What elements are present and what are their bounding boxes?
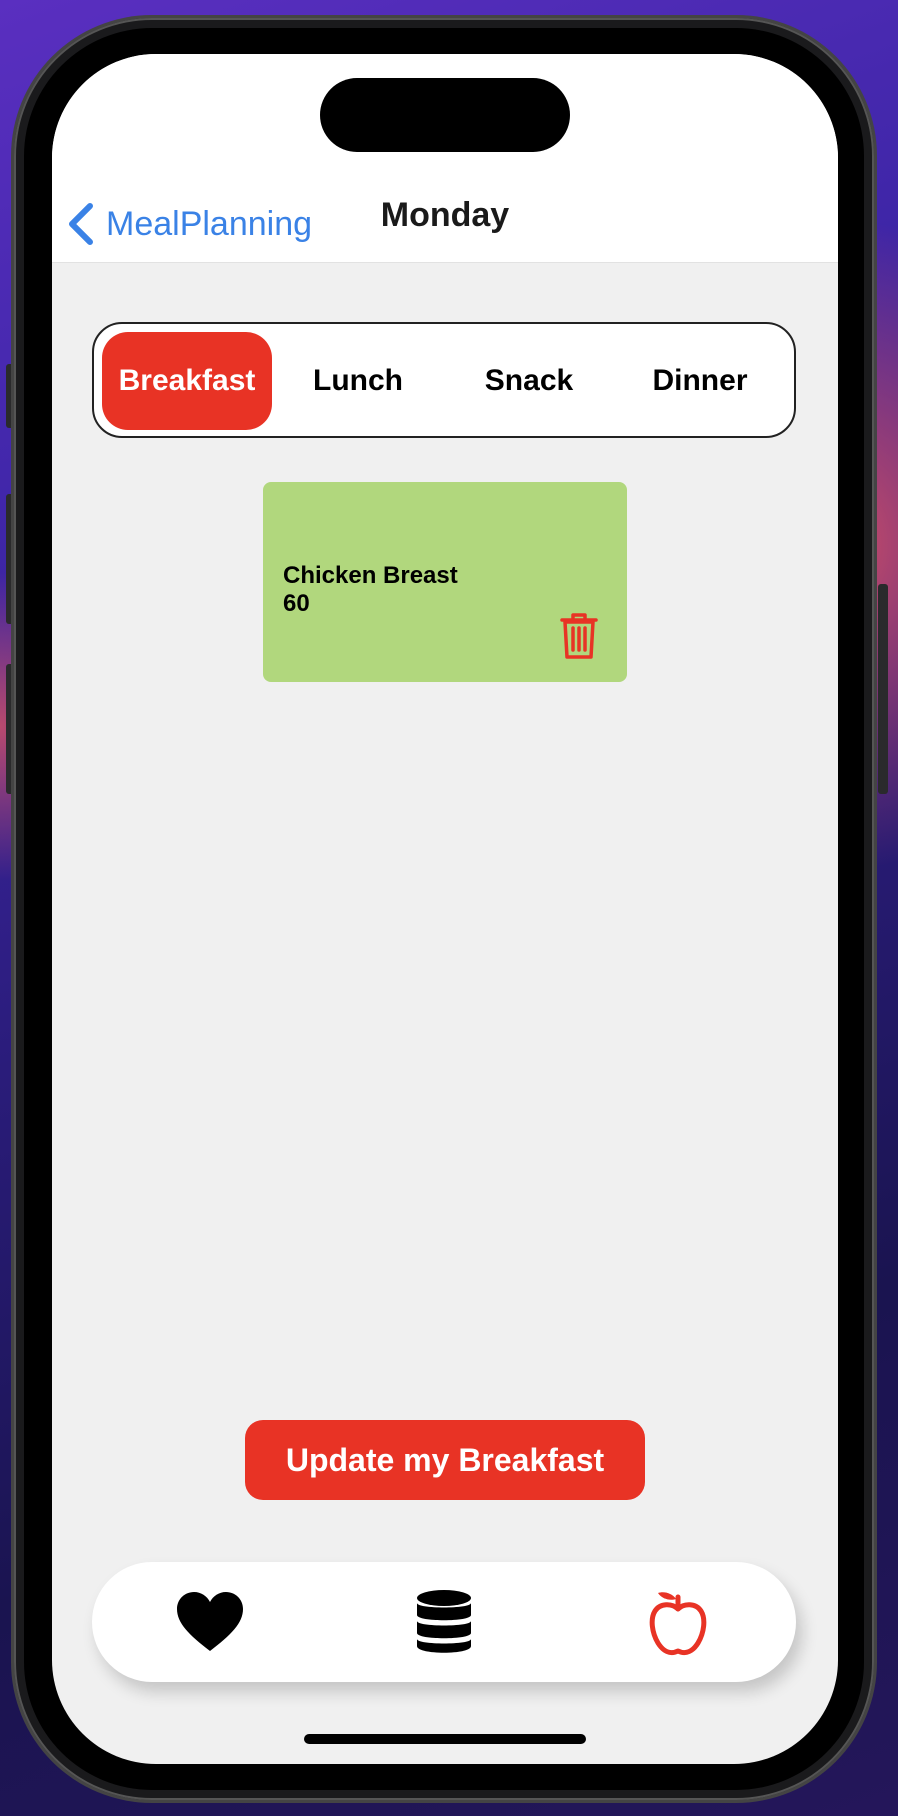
tab-favorites[interactable] [170, 1582, 250, 1662]
trash-icon[interactable] [559, 612, 599, 660]
tab-meals[interactable] [638, 1582, 718, 1662]
meal-value: 60 [283, 590, 310, 617]
segment-dinner[interactable]: Dinner [615, 332, 785, 430]
dynamic-island [320, 78, 570, 152]
tab-database[interactable] [404, 1582, 484, 1662]
home-indicator [304, 1734, 586, 1744]
tab-bar [92, 1562, 796, 1682]
meal-card[interactable]: Chicken Breast 60 [263, 482, 627, 682]
segment-snack[interactable]: Snack [444, 332, 614, 430]
database-icon [417, 1590, 471, 1653]
meal-name: Chicken Breast [283, 562, 458, 589]
segment-breakfast[interactable]: Breakfast [102, 332, 272, 430]
power-button [878, 584, 888, 794]
update-meal-button[interactable]: Update my Breakfast [245, 1420, 645, 1500]
apple-icon [649, 1592, 707, 1656]
segment-lunch[interactable]: Lunch [273, 332, 443, 430]
heart-icon [177, 1592, 243, 1651]
page-title: Monday [380, 196, 510, 234]
app-screen: MealPlanning Monday Breakfast Lunch Snac… [52, 54, 838, 1764]
meal-type-segmented-control: Breakfast Lunch Snack Dinner [92, 322, 796, 438]
